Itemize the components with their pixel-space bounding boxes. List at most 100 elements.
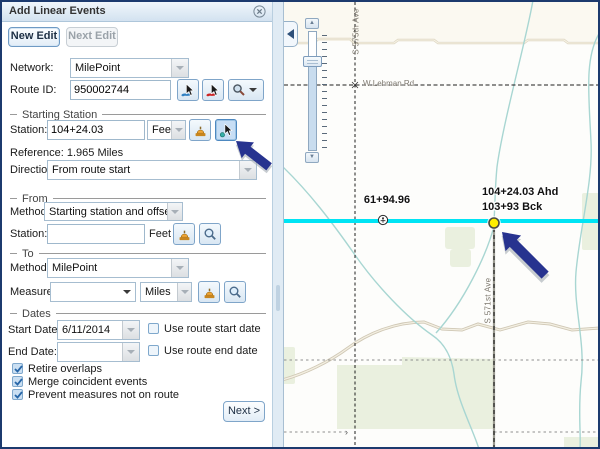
retire-overlaps-label: Retire overlaps [28,363,102,375]
route-search-dropdown-button[interactable] [228,79,264,101]
station-input[interactable] [47,120,145,140]
chevron-down-icon[interactable] [122,343,139,361]
merge-coincident-events-checkbox[interactable] [12,376,23,387]
chevron-down-icon[interactable] [171,121,185,139]
to-method-select[interactable]: MilePoint [47,258,189,278]
to-method-value: MilePoint [48,262,171,274]
direction-select[interactable]: From route start [47,160,257,180]
chevron-down-icon[interactable] [167,203,182,220]
new-edit-button[interactable]: New Edit [8,27,60,47]
start-date-value: 6/11/2014 [58,324,122,336]
check-icon [13,363,24,374]
use-route-end-date-checkbox[interactable] [148,345,159,356]
route-id-label: Route ID: [10,84,56,96]
to-method-label: Method: [10,262,50,274]
search-icon [232,83,246,97]
next-button[interactable]: Next > [223,401,265,422]
station-units-select[interactable]: Feet [147,120,186,140]
station-units-value: Feet [148,124,171,136]
road-label-s571st-ave: S 571st Ave [484,266,493,336]
start-date-select[interactable]: 6/11/2014 [57,320,140,340]
pick-station-on-map-button[interactable] [215,119,237,141]
panel-title: Add Linear Events [9,5,106,17]
measure-combo[interactable] [50,282,136,302]
zoom-slider-ticks [322,35,327,148]
check-icon [13,376,24,387]
chevron-down-icon[interactable] [171,259,188,277]
measure-tool-icon [202,285,217,300]
dates-legend: Dates [10,308,266,319]
prevent-measures-checkbox[interactable] [12,389,23,400]
zoom-out-button[interactable]: ▼ [305,152,319,163]
measure-tool-icon [193,123,208,138]
app-window: Add Linear Events New Edit Next Edit Net… [0,0,600,449]
from-station-input[interactable] [47,224,145,244]
flow-arrow-glyph: › [345,427,348,437]
close-icon[interactable] [253,5,266,18]
chevron-down-icon[interactable] [239,161,256,179]
zoom-slider-handle[interactable] [303,56,322,67]
road-label-s575th-ave: S 575th Ave [352,2,361,67]
network-select[interactable]: MilePoint [70,58,189,78]
merge-coincident-events-label: Merge coincident events [28,376,147,388]
field-patches [284,193,598,447]
prevent-measures-label: Prevent measures not on route [28,389,179,401]
use-route-end-date-label: Use route end date [164,345,258,357]
measure-units-select[interactable]: Miles [140,282,192,302]
next-edit-button[interactable]: Next Edit [66,27,118,47]
retire-overlaps-checkbox[interactable] [12,363,23,374]
from-method-value: Starting station and offset [45,206,167,218]
pick-location-cursor-icon [219,123,234,138]
from-method-select[interactable]: Starting station and offset [44,202,183,221]
collapse-left-icon [287,29,294,39]
end-date-select[interactable] [57,342,140,362]
network-label: Network: [10,62,53,74]
from-station-label: Station: [10,228,47,240]
check-icon [13,389,24,400]
chevron-down-icon[interactable] [171,59,188,77]
search-icon [203,227,217,241]
road-label-w-lehman-rd: W Lehman Rd [363,79,414,88]
map-zoom-slider[interactable]: ▲ ▼ [302,18,332,163]
start-date-label: Start Date: [8,324,61,336]
selected-point-marker[interactable] [487,216,501,230]
chevron-down-icon [249,88,257,92]
zoom-slider-track[interactable] [308,31,317,151]
station-measure-label: 61+94.96 [356,194,418,206]
zoom-in-button[interactable]: ▲ [305,18,319,29]
search-icon [228,285,242,299]
collapse-panel-tab[interactable] [284,21,298,47]
measure-tool-icon [177,227,192,242]
route-id-input[interactable] [70,80,171,100]
network-value: MilePoint [71,62,171,74]
selected-ahead-label: 104+24.03 Ahd [482,186,558,198]
clear-route-selection-button[interactable] [202,79,224,101]
chevron-down-icon[interactable] [177,283,191,301]
from-units-text: Feet [149,228,171,240]
chevron-down-icon[interactable] [123,290,131,294]
measure-tool-button[interactable] [189,119,211,141]
station-marker [378,215,387,224]
route-cursor-remove-icon [206,83,221,98]
select-route-on-map-button[interactable] [177,79,199,101]
end-date-label: End Date: [8,346,57,358]
station-label: Station: [10,124,47,136]
use-route-start-date-checkbox[interactable] [148,323,159,334]
to-search-button[interactable] [224,281,246,303]
panel-map-splitter[interactable] [272,2,284,447]
to-measure-tool-button[interactable] [198,281,220,303]
panel-titlebar[interactable]: Add Linear Events [2,2,272,22]
measure-label: Measure: [10,286,56,298]
chevron-down-icon[interactable] [122,321,139,339]
map-viewport[interactable]: 61+94.96 104+24.03 Ahd 103+93 Bck W Lehm… [284,2,598,447]
splitter-grip[interactable] [276,285,280,311]
measure-units-value: Miles [141,286,177,298]
route-cursor-icon [181,83,196,98]
direction-value: From route start [48,164,239,176]
use-route-start-date-label: Use route start date [164,323,261,335]
reference-text: Reference: 1.965 Miles [10,147,123,159]
add-linear-events-panel: Add Linear Events New Edit Next Edit Net… [2,2,272,447]
from-measure-tool-button[interactable] [173,223,195,245]
selected-back-label: 103+93 Bck [482,201,542,213]
from-search-button[interactable] [199,223,221,245]
